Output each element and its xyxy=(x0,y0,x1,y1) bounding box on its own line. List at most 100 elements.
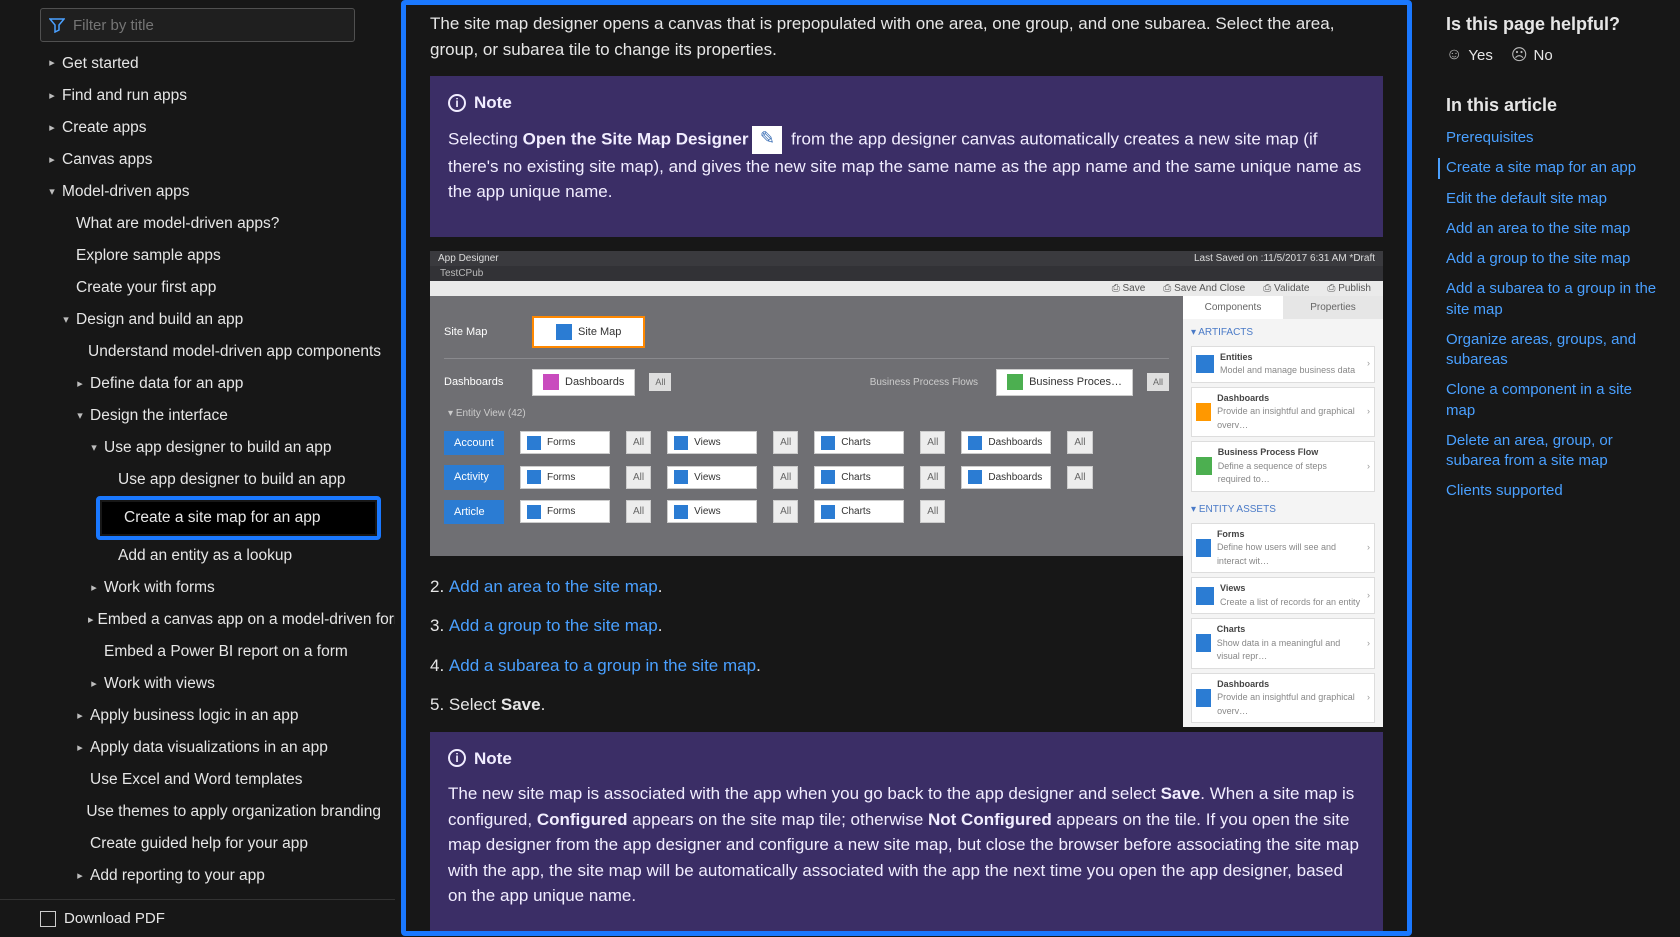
nav-item[interactable]: ▸Work with views xyxy=(40,668,381,700)
helpful-no[interactable]: ☹ No xyxy=(1511,45,1553,65)
nav-item-selected[interactable]: Create a site map for an app xyxy=(102,502,375,534)
nav-item[interactable]: Understand model-driven app components xyxy=(40,336,381,368)
chevron-right-icon: ▸ xyxy=(74,868,86,885)
nav-item-label: Get started xyxy=(62,52,139,76)
chevron-right-icon: ▸ xyxy=(74,740,86,757)
chevron-right-icon: ▸ xyxy=(46,88,58,105)
nav-item-label: Use app designer to build an app xyxy=(104,436,332,460)
nav-item[interactable]: ▾Design the interface xyxy=(40,400,381,432)
nav-item-label: Find and run apps xyxy=(62,84,187,108)
nav-item-label: Explore sample apps xyxy=(76,244,221,268)
nav-item[interactable]: ▸Embed a canvas app on a model-driven fo… xyxy=(40,604,381,636)
nav-item[interactable]: Create your first app xyxy=(40,272,381,304)
nav-item[interactable]: ▸Canvas apps xyxy=(40,144,381,176)
note2-text: The new site map is associated with the … xyxy=(448,781,1365,909)
nav-item[interactable]: ▸Add reporting to your app xyxy=(40,860,381,892)
toc-link[interactable]: Clients supported xyxy=(1446,482,1563,499)
download-label: Download PDF xyxy=(64,910,165,927)
chevron-right-icon: ▸ xyxy=(88,580,100,597)
chevron-down-icon: ▾ xyxy=(46,184,58,201)
toc-link[interactable]: Clone a component in a site map xyxy=(1446,381,1632,418)
nav-item[interactable]: Explore sample apps xyxy=(40,240,381,272)
nav-item-label: Create guided help for your app xyxy=(90,832,308,856)
nav-item[interactable]: Use Excel and Word templates xyxy=(40,764,381,796)
nav-item[interactable]: Use app designer to build an app xyxy=(40,464,381,496)
nav-item[interactable]: ▸Create apps xyxy=(40,112,381,144)
nav-item-label: Design and build an app xyxy=(76,308,243,332)
nav-item[interactable]: Validate and publish an app xyxy=(40,892,381,899)
toc-item: Edit the default site map xyxy=(1446,189,1658,209)
filter-input[interactable] xyxy=(73,17,346,34)
filter-box[interactable] xyxy=(40,8,355,42)
toc-link[interactable]: Edit the default site map xyxy=(1446,190,1607,207)
nav-item-label: Apply data visualizations in an app xyxy=(90,736,328,760)
nav-item[interactable]: ▸Get started xyxy=(40,48,381,80)
toc-item: Create a site map for an app xyxy=(1438,158,1658,178)
nav-item-label: Canvas apps xyxy=(62,148,152,172)
toc-link[interactable]: Prerequisites xyxy=(1446,129,1534,146)
nav-item[interactable]: Add an entity as a lookup xyxy=(40,540,381,572)
toc-item: Add a group to the site map xyxy=(1446,249,1658,269)
left-sidebar: ▸Get started▸Find and run apps▸Create ap… xyxy=(0,0,395,937)
smile-icon: ☺ xyxy=(1446,46,1462,64)
nav-item[interactable]: ▾Model-driven apps xyxy=(40,176,381,208)
toc-item: Clients supported xyxy=(1446,481,1658,501)
chevron-down-icon: ▾ xyxy=(74,408,86,425)
chevron-right-icon: ▸ xyxy=(46,152,58,169)
nav-item-label: Create your first app xyxy=(76,276,216,300)
nav-item[interactable]: ▸Find and run apps xyxy=(40,80,381,112)
nav-item[interactable]: ▸Apply business logic in an app xyxy=(40,700,381,732)
nav-item-label: Design the interface xyxy=(90,404,228,428)
nav-item-label: Embed a Power BI report on a form xyxy=(104,640,348,664)
helpful-yes[interactable]: ☺ Yes xyxy=(1446,46,1493,64)
nav-tree[interactable]: ▸Get started▸Find and run apps▸Create ap… xyxy=(0,48,395,899)
note-box-1: i Note Selecting Open the Site Map Desig… xyxy=(430,76,1383,237)
info-icon: i xyxy=(448,749,466,767)
nav-item-label: Understand model-driven app components xyxy=(88,340,381,364)
chevron-right-icon: ▸ xyxy=(74,376,86,393)
chevron-right-icon: ▸ xyxy=(46,120,58,137)
chevron-right-icon: ▸ xyxy=(88,612,94,629)
nav-item[interactable]: ▸Apply data visualizations in an app xyxy=(40,732,381,764)
toc-item: Organize areas, groups, and subareas xyxy=(1446,330,1658,371)
chevron-right-icon: ▸ xyxy=(46,55,58,72)
nav-item-label: Embed a canvas app on a model-driven for… xyxy=(98,608,395,632)
toc-link[interactable]: Create a site map for an app xyxy=(1446,159,1636,176)
nav-item-label: Work with views xyxy=(104,672,215,696)
chevron-right-icon: ▸ xyxy=(74,708,86,725)
nav-item[interactable]: ▸Work with forms xyxy=(40,572,381,604)
toc-link[interactable]: Add a group to the site map xyxy=(1446,250,1630,267)
nav-item[interactable]: Use themes to apply organization brandin… xyxy=(40,796,381,828)
nav-item-label: Validate and publish an app xyxy=(76,896,266,899)
download-pdf-link[interactable]: Download PDF xyxy=(0,899,395,937)
toc-link[interactable]: Add a subarea to a group in the site map xyxy=(1446,280,1656,317)
note1-text: Selecting Open the Site Map Designer fro… xyxy=(448,126,1365,205)
step2-link[interactable]: Add an area to the site map xyxy=(449,577,658,596)
toc-list: Prerequisites Create a site map for an ap… xyxy=(1446,128,1658,502)
step4-link[interactable]: Add a subarea to a group in the site map xyxy=(449,656,756,675)
nav-item[interactable]: Create guided help for your app xyxy=(40,828,381,860)
step3-link[interactable]: Add a group to the site map xyxy=(449,616,658,635)
nav-item-label: Define data for an app xyxy=(90,372,243,396)
main-content-column: The site map designer opens a canvas tha… xyxy=(395,0,1418,937)
helpful-title: Is this page helpful? xyxy=(1446,14,1658,35)
download-icon xyxy=(40,911,56,927)
nav-item[interactable]: ▾Use app designer to build an app xyxy=(40,432,381,464)
toc-link[interactable]: Add an area to the site map xyxy=(1446,220,1630,237)
nav-item[interactable]: ▾Design and build an app xyxy=(40,304,381,336)
nav-item[interactable]: ▸Define data for an app xyxy=(40,368,381,400)
toc-link[interactable]: Delete an area, group, or subarea from a… xyxy=(1446,432,1613,469)
nav-item-label: Use Excel and Word templates xyxy=(90,768,303,792)
info-icon: i xyxy=(448,94,466,112)
note-box-2: i Note The new site map is associated wi… xyxy=(430,732,1383,937)
pencil-icon xyxy=(752,126,782,154)
nav-item[interactable]: What are model-driven apps? xyxy=(40,208,381,240)
toc-link[interactable]: Organize areas, groups, and subareas xyxy=(1446,331,1636,368)
chevron-down-icon: ▾ xyxy=(88,440,100,457)
toc-item: Clone a component in a site map xyxy=(1446,380,1658,421)
toc-item: Add an area to the site map xyxy=(1446,219,1658,239)
nav-item[interactable]: Embed a Power BI report on a form xyxy=(40,636,381,668)
toc-item: Prerequisites xyxy=(1446,128,1658,148)
content-highlight-frame: The site map designer opens a canvas tha… xyxy=(401,0,1412,936)
filter-icon xyxy=(49,17,65,33)
